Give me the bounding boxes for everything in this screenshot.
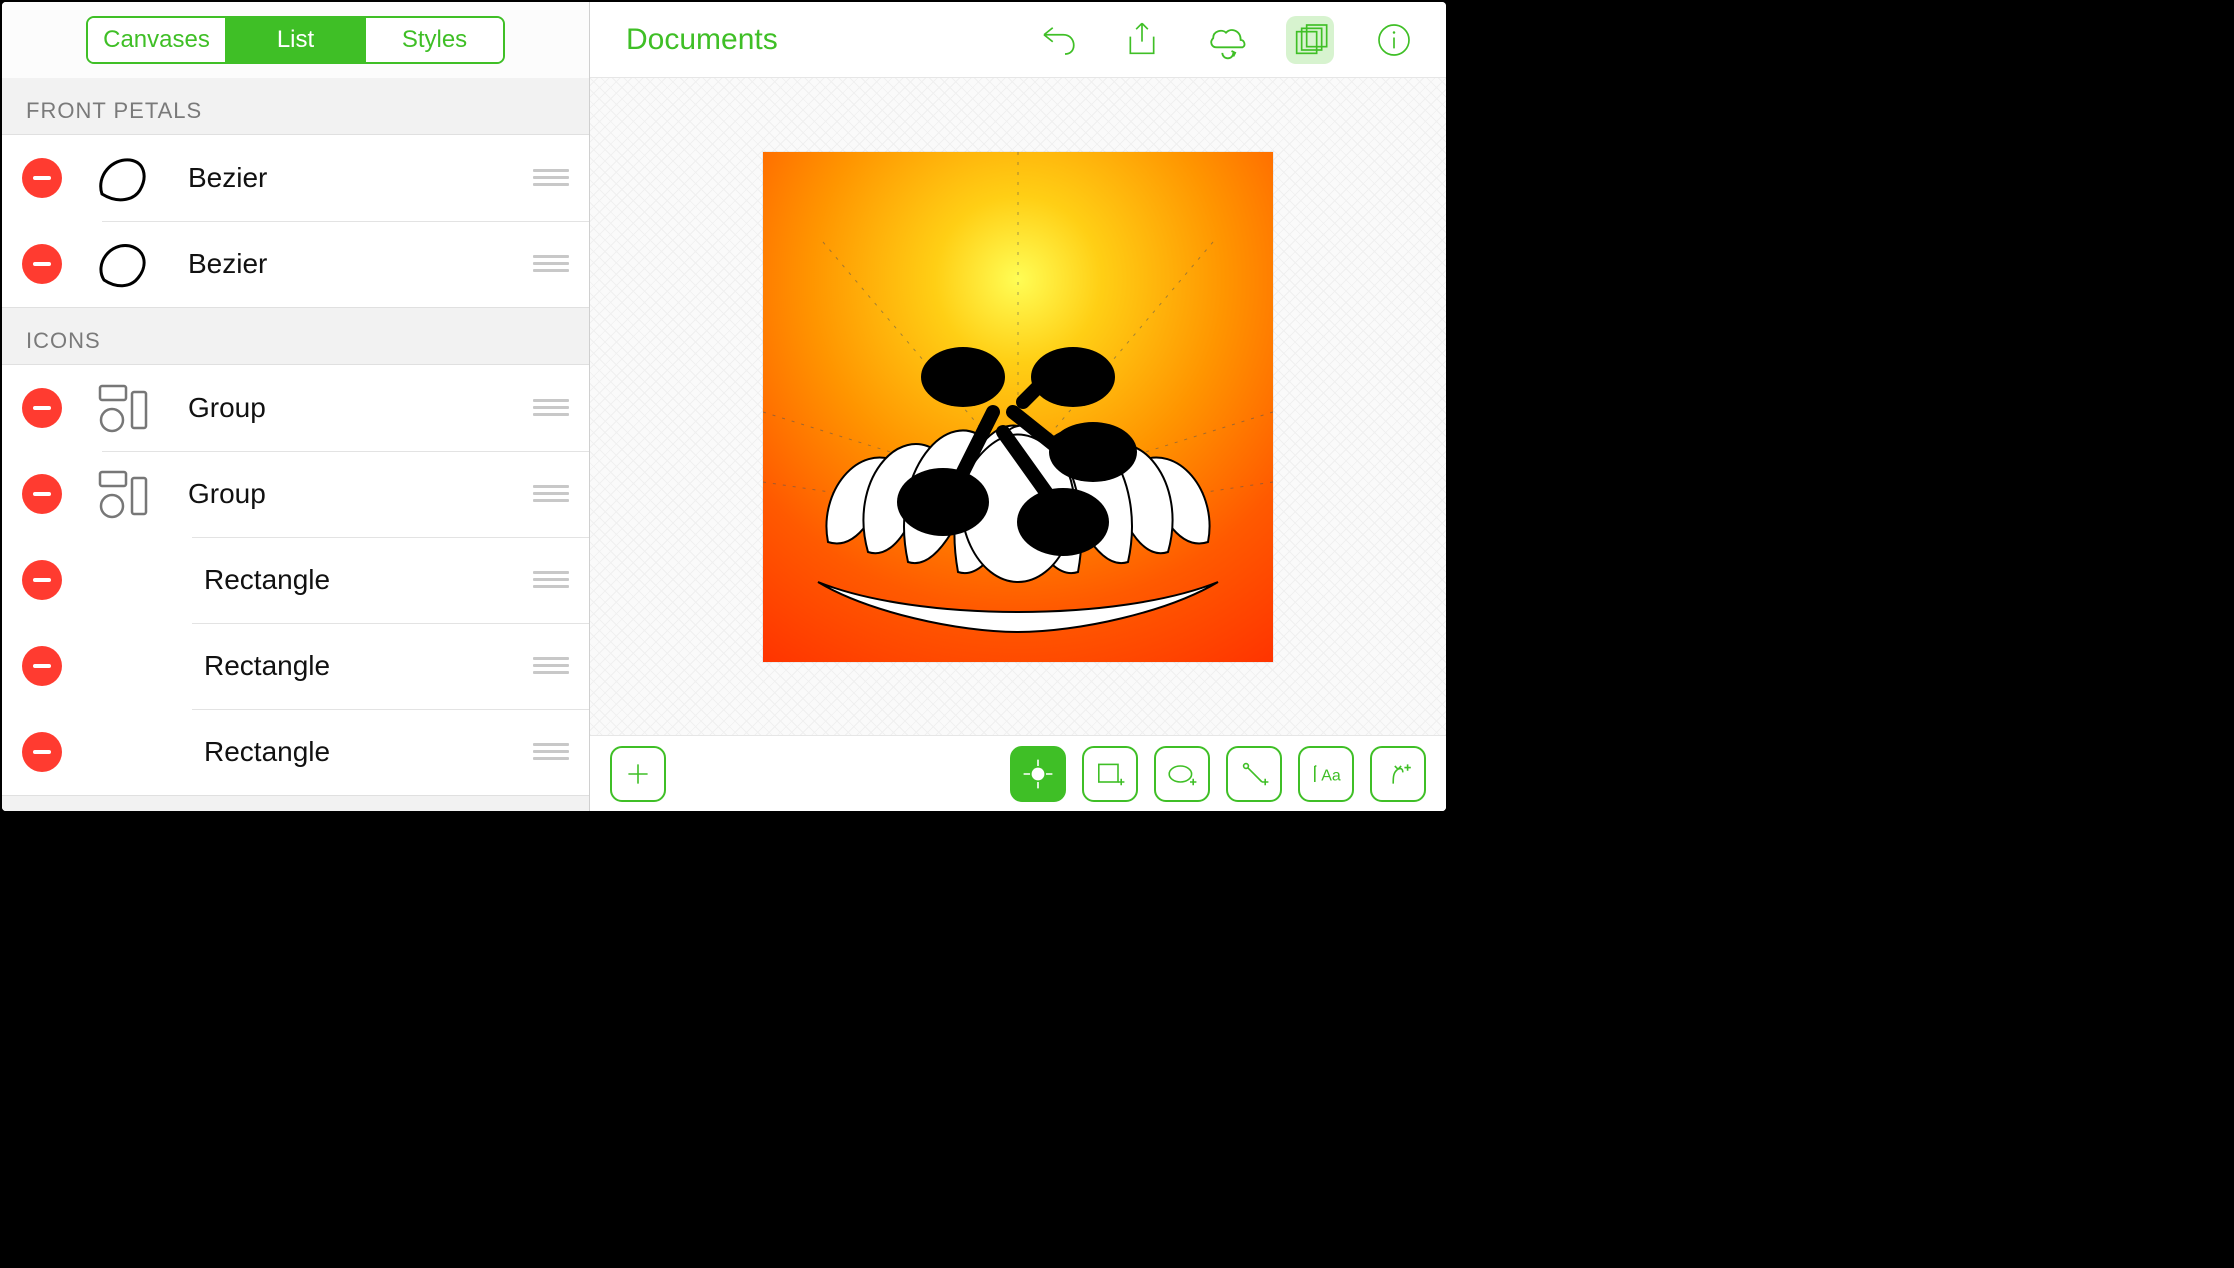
list-item[interactable]: Group — [2, 451, 589, 537]
minus-icon — [33, 176, 51, 180]
delete-button[interactable] — [22, 560, 62, 600]
bezier-petal-icon — [90, 150, 154, 206]
line-tool[interactable] — [1226, 746, 1282, 802]
top-toolbar: Documents — [590, 2, 1446, 78]
delete-button[interactable] — [22, 474, 62, 514]
delete-button[interactable] — [22, 158, 62, 198]
ellipse-tool[interactable] — [1154, 746, 1210, 802]
documents-button[interactable]: Documents — [626, 23, 778, 57]
add-button[interactable] — [610, 746, 666, 802]
svg-text:Aa: Aa — [1321, 767, 1341, 784]
list-item-label: Rectangle — [204, 564, 533, 596]
group-icon — [90, 380, 154, 436]
delete-button[interactable] — [22, 646, 62, 686]
drag-handle-icon[interactable] — [533, 657, 569, 675]
list-item-label: Rectangle — [204, 650, 533, 682]
segment-styles[interactable]: Styles — [364, 18, 503, 62]
drag-handle-icon[interactable] — [533, 743, 569, 761]
undo-button[interactable] — [1034, 16, 1082, 64]
list-item[interactable]: Rectangle — [2, 709, 589, 795]
layer-list: FRONT PETALS Bezier Bezier — [2, 78, 589, 811]
rectangle-tool[interactable] — [1082, 746, 1138, 802]
cloud-sync-button[interactable] — [1202, 16, 1250, 64]
delete-button[interactable] — [22, 732, 62, 772]
section-header-front-petals: FRONT PETALS — [2, 78, 589, 134]
list-item-label: Group — [188, 478, 533, 510]
drag-handle-icon[interactable] — [533, 571, 569, 589]
artwork-canvas[interactable] — [763, 152, 1273, 662]
list-item-label: Rectangle — [204, 736, 533, 768]
sidebar: Canvases List Styles FRONT PETALS Bezier — [2, 2, 590, 811]
list-item[interactable]: Bezier — [2, 221, 589, 307]
segment-list[interactable]: List — [225, 18, 364, 62]
list-item[interactable]: Rectangle — [2, 623, 589, 709]
delete-button[interactable] — [22, 244, 62, 284]
minus-icon — [33, 578, 51, 582]
minus-icon — [33, 406, 51, 410]
delete-button[interactable] — [22, 388, 62, 428]
drag-handle-icon[interactable] — [533, 485, 569, 503]
selection-tool[interactable] — [1010, 746, 1066, 802]
list-item[interactable]: Bezier — [2, 135, 589, 221]
list-item[interactable]: Group — [2, 365, 589, 451]
minus-icon — [33, 750, 51, 754]
drag-handle-icon[interactable] — [533, 399, 569, 417]
canvas-area[interactable] — [590, 78, 1446, 735]
minus-icon — [33, 492, 51, 496]
info-button[interactable] — [1370, 16, 1418, 64]
section-header-icons: ICONS — [2, 308, 589, 364]
minus-icon — [33, 664, 51, 668]
bottom-toolbar: Aa — [590, 735, 1446, 811]
canvases-button[interactable] — [1286, 16, 1334, 64]
segmented-control: Canvases List Styles — [86, 16, 505, 64]
segmented-control-wrap: Canvases List Styles — [2, 2, 589, 78]
list-item-label: Bezier — [188, 162, 533, 194]
share-button[interactable] — [1118, 16, 1166, 64]
main-pane: Documents — [590, 2, 1446, 811]
segment-canvases[interactable]: Canvases — [88, 18, 225, 62]
group-icon — [90, 466, 154, 522]
drag-handle-icon[interactable] — [533, 255, 569, 273]
text-tool[interactable]: Aa — [1298, 746, 1354, 802]
bezier-petal-icon — [90, 236, 154, 292]
drag-handle-icon[interactable] — [533, 169, 569, 187]
list-item-label: Bezier — [188, 248, 533, 280]
freehand-tool[interactable] — [1370, 746, 1426, 802]
list-item[interactable]: Rectangle — [2, 537, 589, 623]
list-item-label: Group — [188, 392, 533, 424]
minus-icon — [33, 262, 51, 266]
